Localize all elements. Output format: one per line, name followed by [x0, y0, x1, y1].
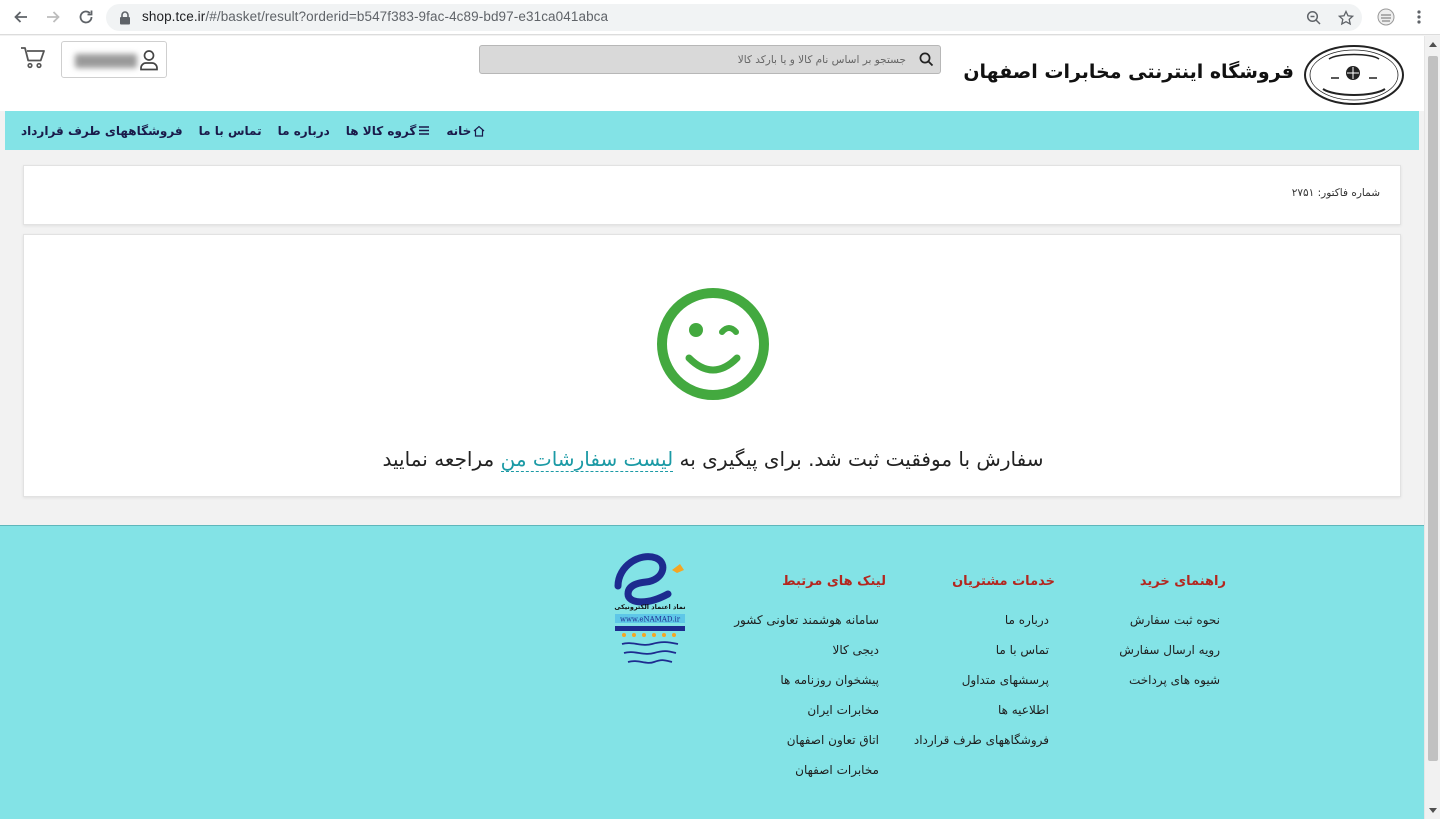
footer-link[interactable]: پیشخوان روزنامه ها: [734, 672, 879, 702]
user-account-button[interactable]: [61, 41, 167, 78]
nav-about[interactable]: درباره ما: [278, 124, 330, 138]
nav-contract-stores[interactable]: فروشگاههای طرف قرارداد: [21, 124, 183, 138]
footer-link[interactable]: رویه ارسال سفارش: [1119, 642, 1220, 672]
footer-link[interactable]: اتاق تعاون اصفهان: [734, 732, 879, 762]
home-icon: [473, 125, 485, 137]
nav-home[interactable]: خانه: [446, 124, 485, 138]
user-name-redacted: [75, 54, 137, 68]
success-message: سفارش با موفقیت ثبت شد. برای پیگیری به ل…: [24, 447, 1402, 472]
footer-links-column: لینک های مرتبط سامانه هوشمند تعاونی کشور…: [734, 574, 886, 792]
browser-toolbar: shop.tce.ir/#/basket/result?orderid=b547…: [0, 0, 1440, 35]
enamad-url: www.eNAMAD.ir: [620, 616, 681, 624]
footer-guide-title: راهنمای خرید: [1139, 574, 1226, 589]
footer-link[interactable]: فروشگاههای طرف قرارداد: [914, 732, 1049, 762]
scrollbar-thumb[interactable]: [1428, 56, 1438, 761]
footer-link[interactable]: مخابرات ایران: [734, 702, 879, 732]
bookmark-star-icon[interactable]: [1336, 8, 1356, 28]
nav-contact[interactable]: تماس با ما: [199, 124, 262, 138]
invoice-number: ۲۷۵۱: [1291, 187, 1315, 199]
invoice-card: شماره فاکتور: ۲۷۵۱: [23, 165, 1401, 225]
reload-icon[interactable]: [75, 6, 97, 28]
lock-icon: [119, 10, 131, 29]
url-text: shop.tce.ir/#/basket/result?orderid=b547…: [142, 9, 609, 24]
success-text-end: مراجعه نمایید: [382, 447, 501, 471]
nav-product-groups[interactable]: گروه کالا ها: [346, 124, 431, 138]
site-title[interactable]: فروشگاه اینترنتی مخابرات اصفهان: [963, 61, 1294, 83]
zoom-icon[interactable]: [1304, 8, 1324, 28]
wink-smiley-icon: [657, 288, 769, 400]
footer-link[interactable]: نحوه ثبت سفارش: [1119, 612, 1220, 642]
order-result-card: سفارش با موفقیت ثبت شد. برای پیگیری به ل…: [23, 234, 1401, 497]
site-footer: راهنمای خرید نحوه ثبت سفارش رویه ارسال س…: [0, 525, 1424, 819]
enamad-trust-badge[interactable]: نماد اعتماد الکترونیکی www.eNAMAD.ir: [610, 548, 690, 673]
my-orders-link[interactable]: لیست سفارشات من: [500, 447, 674, 472]
company-logo[interactable]: [1303, 44, 1405, 106]
enamad-title: نماد اعتماد الکترونیکی: [614, 603, 685, 611]
footer-link[interactable]: تماس با ما: [914, 642, 1049, 672]
success-text-start: سفارش با موفقیت ثبت شد. برای پیگیری به: [673, 447, 1044, 471]
menu-dots-icon[interactable]: [1408, 6, 1430, 28]
search-icon[interactable]: [919, 52, 934, 71]
hamburger-icon: [419, 126, 430, 135]
footer-link[interactable]: مخابرات اصفهان: [734, 762, 879, 792]
footer-link[interactable]: پرسشهای متداول: [914, 672, 1049, 702]
invoice-number-line: شماره فاکتور: ۲۷۵۱: [1292, 187, 1380, 199]
footer-link[interactable]: دیجی کالا: [734, 642, 879, 672]
site-header: فروشگاه اینترنتی مخابرات اصفهان: [0, 36, 1424, 111]
forward-icon[interactable]: [42, 6, 64, 28]
scroll-up-arrow-icon[interactable]: [1429, 42, 1437, 47]
footer-guide-column: راهنمای خرید نحوه ثبت سفارش رویه ارسال س…: [1119, 574, 1226, 702]
nav-product-groups-label: گروه کالا ها: [345, 123, 417, 138]
footer-services-title: خدمات مشتریان: [952, 574, 1055, 589]
footer-link[interactable]: سامانه هوشمند تعاونی کشور: [734, 612, 879, 642]
back-icon[interactable]: [10, 6, 32, 28]
main-navbar: خانه گروه کالا ها درباره ما تماس با ما ف…: [5, 111, 1419, 150]
search-box: [479, 45, 941, 74]
user-icon: [139, 49, 159, 75]
page-scrollbar[interactable]: [1424, 36, 1440, 819]
search-input[interactable]: [480, 46, 910, 73]
footer-services-column: خدمات مشتریان درباره ما تماس با ما پرسشه…: [914, 574, 1055, 762]
address-bar[interactable]: shop.tce.ir/#/basket/result?orderid=b547…: [106, 4, 1362, 31]
invoice-label: شماره فاکتور:: [1317, 187, 1380, 199]
footer-link[interactable]: اطلاعیه ها: [914, 702, 1049, 732]
footer-link[interactable]: درباره ما: [914, 612, 1049, 642]
extension-icon[interactable]: [1375, 6, 1397, 28]
footer-link[interactable]: شیوه های پرداخت: [1119, 672, 1220, 702]
nav-home-label: خانه: [446, 123, 472, 138]
cart-icon[interactable]: [20, 46, 46, 74]
page: فروشگاه اینترنتی مخابرات اصفهان خانه: [0, 36, 1424, 819]
scroll-down-arrow-icon[interactable]: [1429, 808, 1437, 813]
footer-links-title: لینک های مرتبط: [782, 574, 886, 589]
